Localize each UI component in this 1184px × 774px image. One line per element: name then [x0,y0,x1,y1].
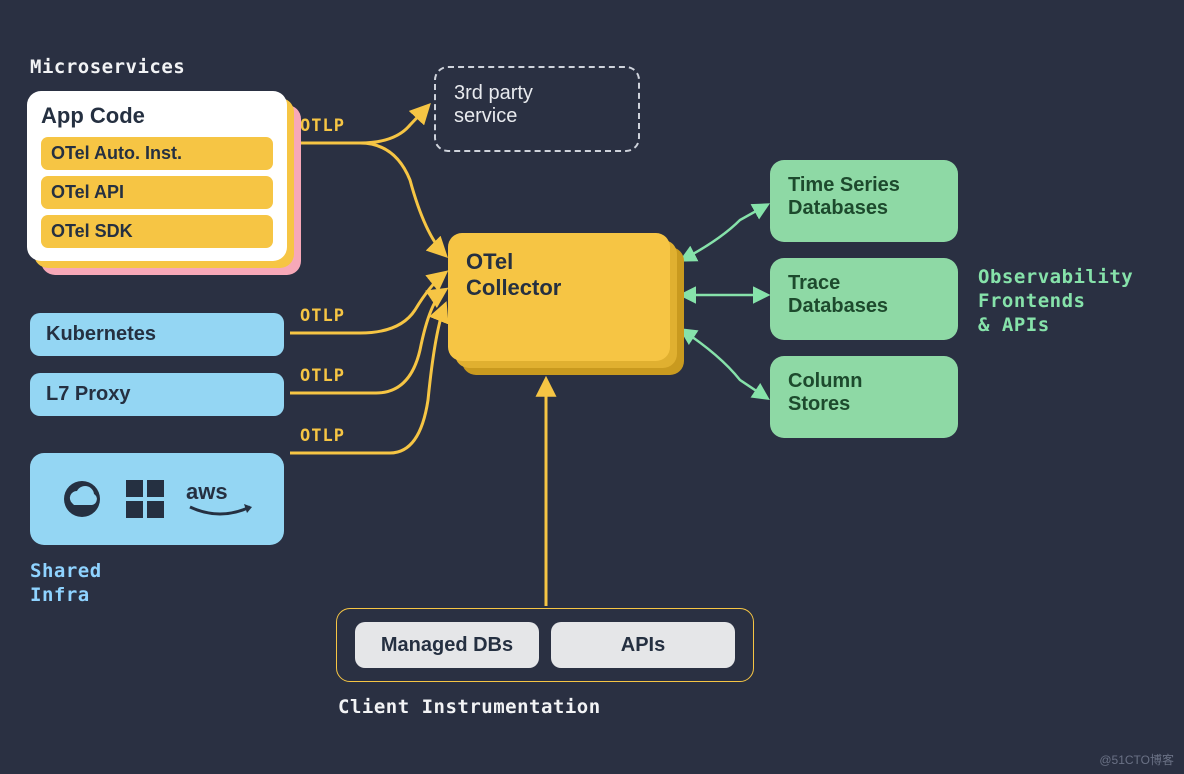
third-party-service-box: 3rd party service [434,66,640,152]
kubernetes-box: Kubernetes [30,313,284,356]
gcp-icon [56,479,108,519]
otel-collector-label: OTel Collector [466,249,652,301]
trace-db-label: Trace Databases [788,272,940,318]
third-party-label: 3rd party service [454,82,620,128]
heading-obs-3: & APIs [978,314,1050,336]
otel-api: OTel API [41,176,273,209]
edge-collector-column [682,330,767,398]
heading-obs-2: Frontends [978,290,1085,312]
watermark: @51CTO博客 [1099,751,1174,768]
edge-collector-ts [682,205,767,260]
otel-sdk: OTel SDK [41,215,273,248]
aws-icon: aws [182,477,258,521]
apis-box: APIs [551,622,735,668]
trace-db-box: Trace Databases [770,258,958,340]
client-instrumentation-group: Managed DBs APIs [336,608,754,682]
cloud-providers-box: aws [30,453,284,545]
column-stores-label: Column Stores [788,370,940,416]
app-code-title: App Code [41,103,273,129]
microsoft-icon [124,478,166,520]
otlp-label-3: OTLP [300,366,345,386]
l7proxy-box: L7 Proxy [30,373,284,416]
edge-app-to-collector [290,143,445,255]
otel-auto-inst: OTel Auto. Inst. [41,137,273,170]
svg-text:aws: aws [186,479,228,504]
heading-shared-infra-1: Shared [30,560,102,582]
otel-collector-box: OTel Collector [448,233,670,361]
heading-microservices: Microservices [30,56,185,78]
managed-dbs-box: Managed DBs [355,622,539,668]
heading-client-instr: Client Instrumentation [338,696,601,718]
timeseries-db-box: Time Series Databases [770,160,958,242]
heading-shared-infra-2: Infra [30,584,90,606]
timeseries-db-label: Time Series Databases [788,174,940,220]
otlp-label-1: OTLP [300,116,345,136]
column-stores-box: Column Stores [770,356,958,438]
otlp-label-4: OTLP [300,426,345,446]
otlp-label-2: OTLP [300,306,345,326]
heading-obs-1: Observability [978,266,1133,288]
app-code-card: App Code OTel Auto. Inst. OTel API OTel … [27,91,287,261]
